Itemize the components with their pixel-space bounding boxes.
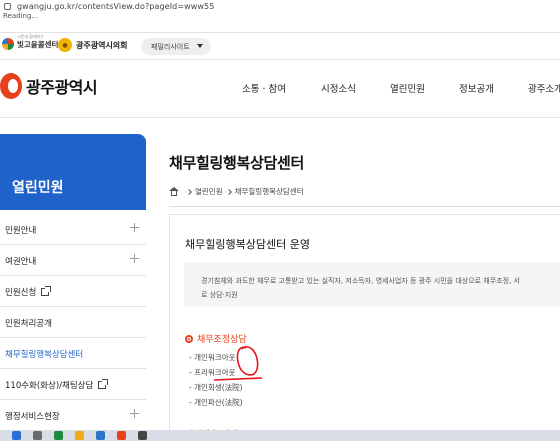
list-item: - 개인회생(法院) — [189, 383, 243, 392]
nav-item-city-news[interactable]: 시정소식 — [321, 81, 356, 95]
app-icon[interactable] — [138, 431, 147, 440]
utility-bar: 시민과 함께하는 빛고을콜센터 ● 광주광역시의회 패밀리사이트 — [0, 34, 560, 59]
call-center-logo[interactable]: 시민과 함께하는 빛고을콜센터 — [2, 34, 59, 50]
url-text[interactable]: gwangju.go.kr/contentsView.do?pageId=www… — [17, 2, 214, 11]
home-icon[interactable] — [169, 187, 179, 196]
folder-icon[interactable] — [75, 431, 84, 440]
city-logo[interactable]: 광주광역시 — [0, 71, 98, 101]
nav-item-info-disclosure[interactable]: 정보공개 — [459, 81, 494, 95]
list-item: - 개인파산(法院) — [189, 398, 243, 407]
sidebar-item-label: 민원신청 — [5, 288, 37, 298]
sidebar-title: 열린민원 — [0, 134, 146, 210]
status-text: Reading... — [3, 12, 39, 20]
sidebar-menu: 민원안내 여권안내 민원신청 민원처리공개 채무힐링행복상담센터 110수화(화… — [0, 214, 146, 431]
app-icon[interactable] — [54, 431, 63, 440]
sidebar-item-admin-service[interactable]: 행정서비스현장 — [0, 400, 146, 431]
plus-icon[interactable] — [130, 223, 139, 232]
sidebar-item-civil-guide[interactable]: 민원안내 — [0, 214, 146, 245]
external-link-icon — [98, 379, 109, 389]
intro-text-line: 로 상담·지원 — [201, 291, 238, 299]
family-site-label: 패밀리사이트 — [151, 42, 190, 51]
city-council-link[interactable]: ● 광주광역시의회 — [58, 38, 128, 52]
plus-icon[interactable] — [130, 409, 139, 418]
intro-text-line: 경기침체와 과도한 채무로 고통받고 있는 실직자, 저소득자, 영세사업자 등… — [201, 277, 520, 285]
plus-icon[interactable] — [130, 254, 139, 263]
sidebar-item-label: 민원안내 — [5, 226, 37, 236]
external-link-icon — [41, 286, 52, 296]
sidebar-item-label: 채무힐링행복상담센터 — [5, 350, 84, 360]
divider — [169, 206, 560, 207]
nav-item-civil-affairs[interactable]: 열린민원 — [390, 81, 425, 95]
chevron-right-icon — [186, 188, 192, 195]
taskbar — [0, 430, 560, 441]
sidebar-item-civil-application[interactable]: 민원신청 — [0, 276, 146, 307]
call-center-emblem-icon — [2, 38, 14, 50]
sidebar-item-debt-healing[interactable]: 채무힐링행복상담센터 — [0, 338, 146, 369]
bullet-circle-icon — [185, 334, 193, 343]
sidebar-item-label: 민원처리공개 — [5, 319, 52, 329]
page-title: 채무힐링행복상담센터 — [169, 154, 305, 172]
breadcrumb-item[interactable]: 채무힐링행복상담센터 — [235, 186, 304, 197]
intro-box: 경기침체와 과도한 채무로 고통받고 있는 실직자, 저소득자, 영세사업자 등… — [184, 262, 560, 307]
breadcrumb: 열린민원 채무힐링행복상담센터 — [169, 186, 304, 197]
sidebar-item-sign-chat-counsel[interactable]: 110수화(화상)/채팅상담 — [0, 369, 146, 400]
call-center-label: 빛고을콜센터 — [17, 39, 59, 49]
sidebar-item-civil-processing[interactable]: 민원처리공개 — [0, 307, 146, 338]
city-emblem-icon — [0, 71, 22, 101]
start-icon[interactable] — [12, 431, 21, 440]
city-name: 광주광역시 — [26, 78, 98, 97]
family-site-dropdown[interactable]: 패밀리사이트 — [141, 38, 211, 55]
sidebar-item-label: 여권안내 — [5, 257, 37, 267]
divider — [0, 32, 560, 33]
council-emblem-icon: ● — [58, 38, 72, 52]
sidebar-item-passport-guide[interactable]: 여권안내 — [0, 245, 146, 276]
program-list: - 개인워크아웃 - 프리워크아웃 - 개인회생(法院) - 개인파산(法院) — [189, 352, 243, 412]
chevron-right-icon — [225, 188, 232, 195]
breadcrumb-item[interactable]: 열린민원 — [195, 186, 223, 197]
main-header: 광주광역시 소통 · 참여 시정소식 열린민원 정보공개 광주소개 — [0, 60, 560, 117]
divider — [0, 117, 560, 118]
browser-icon[interactable] — [96, 431, 105, 440]
council-label: 광주광역시의회 — [76, 40, 128, 50]
sidebar-item-label: 110수화(화상)/채팅상담 — [5, 381, 94, 391]
chevron-down-icon — [197, 44, 203, 48]
nav-item-communication[interactable]: 소통 · 참여 — [242, 81, 286, 95]
call-center-subtitle: 시민과 함께하는 — [17, 34, 45, 39]
search-icon[interactable] — [33, 431, 42, 440]
debt-adjustment-heading: 채무조정상담 — [185, 332, 247, 345]
address-bar[interactable]: gwangju.go.kr/contentsView.do?pageId=www… — [0, 0, 560, 12]
list-item: - 프리워크아웃 — [189, 368, 236, 377]
section-title: 채무힐링행복상담센터 운영 — [185, 238, 310, 251]
subhead-label: 채무조정상담 — [197, 335, 247, 345]
list-item: - 개인워크아웃 — [189, 353, 236, 362]
nav-item-about-gwangju[interactable]: 광주소개 — [528, 81, 560, 95]
sidebar-item-label: 행정서비스현장 — [5, 412, 60, 422]
info-icon[interactable] — [4, 2, 11, 10]
app-icon[interactable] — [117, 431, 126, 440]
